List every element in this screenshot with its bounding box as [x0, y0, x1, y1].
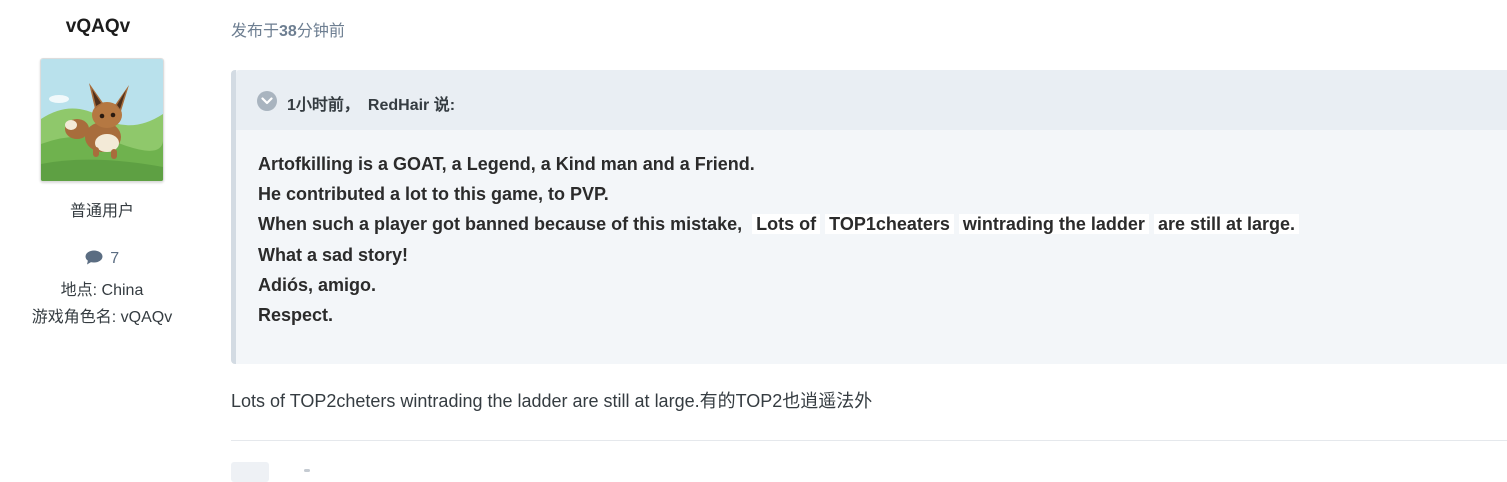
highlight-text: are still at large.	[1153, 214, 1300, 235]
post-count[interactable]: 7	[0, 250, 204, 268]
author-name[interactable]: vQAQv	[0, 16, 196, 38]
highlight-text: Lots of	[752, 214, 821, 235]
highlight-text: wintrading the ladder	[958, 214, 1149, 235]
chevron-down-icon[interactable]	[257, 91, 277, 111]
quote-text: When such a player got banned because of…	[258, 214, 743, 235]
quote-block: 1小时前， RedHair 说: Artofkilling is a GOAT, …	[231, 70, 1507, 364]
divider	[231, 440, 1507, 441]
quote-citation: 1小时前， RedHair 说:	[287, 91, 455, 115]
quote-line: When such a player got banned because of…	[258, 209, 1507, 239]
quote-line: What a sad story!	[258, 244, 409, 265]
quote-line: Respect.	[258, 305, 334, 326]
post-body-text: Lots of TOP2cheters wintrading the ladde…	[231, 391, 873, 411]
user-group-label: 普通用户	[69, 203, 134, 220]
avatar-image	[41, 59, 163, 181]
post-date-suffix: 分钟前	[296, 23, 345, 40]
post-date-value: 38	[279, 23, 297, 40]
quote-line: Adiós, amigo.	[258, 274, 377, 295]
quote-body: Artofkilling is a GOAT, a Legend, a Kind…	[258, 149, 1507, 330]
quote-line: Artofkilling is a GOAT, a Legend, a Kind…	[258, 154, 755, 174]
reaction-button[interactable]	[231, 462, 269, 482]
quote-line: He contributed a lot to this game, to PV…	[258, 184, 609, 205]
highlight-text: TOP1cheaters	[825, 214, 954, 235]
quote-said: 说:	[433, 97, 456, 114]
location-field: 地点: China	[60, 282, 144, 299]
post-date-prefix: 发布于	[231, 23, 280, 40]
comment-icon	[85, 250, 110, 267]
reaction-indicator	[304, 469, 310, 472]
quote-author[interactable]: RedHair	[368, 97, 429, 114]
game-name-field: 游戏角色名: vQAQv	[31, 309, 173, 326]
quote-time[interactable]: 1小时前，	[287, 97, 360, 114]
avatar[interactable]	[40, 58, 164, 182]
post-count-value: 7	[110, 250, 120, 267]
quote-header: 1小时前， RedHair 说:	[236, 70, 1507, 130]
post-date[interactable]: 发布于38分钟前	[231, 17, 345, 41]
